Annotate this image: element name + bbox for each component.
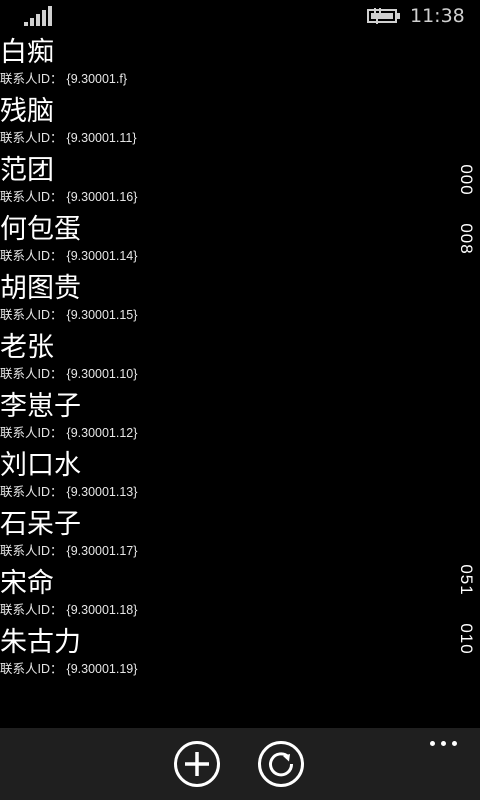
contact-id-line: 联系人ID： {9.30001.16}: [0, 188, 440, 206]
refresh-icon: [258, 741, 304, 787]
contact-id-label: 联系人ID：: [0, 131, 63, 145]
refresh-button[interactable]: [257, 740, 305, 788]
contact-id-value: {9.30001.19}: [66, 662, 138, 676]
contact-name: 胡图贵: [0, 273, 81, 304]
contact-name: 刘口水: [0, 450, 81, 481]
contact-list: 白痴 联系人ID： {9.30001.f} 残脑 联系人ID： {9.30001.1…: [0, 36, 440, 685]
contact-id-line: 联系人ID： {9.30001.14}: [0, 247, 440, 265]
contact-id-label: 联系人ID：: [0, 190, 63, 204]
status-bar: 11:38: [0, 0, 480, 32]
contact-id-line: 联系人ID： {9.30001.13}: [0, 483, 440, 501]
signal-strength-icon: [24, 6, 52, 26]
contact-id-label: 联系人ID：: [0, 426, 63, 440]
add-button[interactable]: [173, 740, 221, 788]
contact-item[interactable]: 范团 联系人ID： {9.30001.16}: [0, 154, 440, 213]
contact-id-line: 联系人ID： {9.30001.17}: [0, 542, 440, 560]
contact-item[interactable]: 朱古力 联系人ID： {9.30001.19}: [0, 626, 440, 685]
contact-id-value: {9.30001.18}: [66, 603, 138, 617]
side-number: 000: [457, 164, 476, 196]
contact-item[interactable]: 白痴 联系人ID： {9.30001.f}: [0, 36, 440, 95]
contact-id-label: 联系人ID：: [0, 367, 63, 381]
contact-id-label: 联系人ID：: [0, 662, 63, 676]
contact-id-line: 联系人ID： {9.30001.18}: [0, 601, 440, 619]
battery-charging-icon: [367, 8, 400, 24]
contact-item[interactable]: 宋命 联系人ID： {9.30001.18}: [0, 567, 440, 626]
contact-id-label: 联系人ID：: [0, 249, 63, 263]
contact-item[interactable]: 石呆子 联系人ID： {9.30001.17}: [0, 508, 440, 567]
contact-name: 老张: [0, 332, 54, 363]
app-bar: [0, 728, 480, 800]
contact-id-value: {9.30001.15}: [66, 308, 138, 322]
contact-id-line: 联系人ID： {9.30001.10}: [0, 365, 440, 383]
add-icon: [174, 741, 220, 787]
contact-id-label: 联系人ID：: [0, 485, 63, 499]
contact-id-value: {9.30001.11}: [66, 131, 137, 145]
contact-item[interactable]: 何包蛋 联系人ID： {9.30001.14}: [0, 213, 440, 272]
contact-id-value: {9.30001.f}: [66, 72, 127, 86]
contact-name: 李崽子: [0, 391, 81, 422]
contact-id-value: {9.30001.12}: [66, 426, 138, 440]
side-number: 010: [457, 623, 476, 655]
contact-id-line: 联系人ID： {9.30001.12}: [0, 424, 440, 442]
contact-id-line: 联系人ID： {9.30001.19}: [0, 660, 440, 678]
contact-id-value: {9.30001.14}: [66, 249, 138, 263]
side-number: 008: [457, 223, 476, 255]
contact-id-line: 联系人ID： {9.30001.f}: [0, 70, 440, 88]
contact-item[interactable]: 老张 联系人ID： {9.30001.10}: [0, 331, 440, 390]
contact-item[interactable]: 刘口水 联系人ID： {9.30001.13}: [0, 449, 440, 508]
contact-id-label: 联系人ID：: [0, 603, 63, 617]
contact-name: 范团: [0, 155, 54, 186]
contact-name: 石呆子: [0, 509, 81, 540]
contact-id-label: 联系人ID：: [0, 72, 63, 86]
contact-id-label: 联系人ID：: [0, 544, 63, 558]
contact-id-value: {9.30001.16}: [66, 190, 138, 204]
contact-name: 朱古力: [0, 627, 81, 658]
contact-id-line: 联系人ID： {9.30001.15}: [0, 306, 440, 324]
contact-item[interactable]: 李崽子 联系人ID： {9.30001.12}: [0, 390, 440, 449]
contact-id-value: {9.30001.13}: [66, 485, 138, 499]
contact-name: 何包蛋: [0, 214, 81, 245]
contact-id-value: {9.30001.10}: [66, 367, 138, 381]
contact-item[interactable]: 胡图贵 联系人ID： {9.30001.15}: [0, 272, 440, 331]
contact-name: 残脑: [0, 96, 54, 127]
contact-id-line: 联系人ID： {9.30001.11}: [0, 129, 440, 147]
contact-name: 宋命: [0, 568, 54, 599]
contact-item[interactable]: 残脑 联系人ID： {9.30001.11}: [0, 95, 440, 154]
contact-id-label: 联系人ID：: [0, 308, 63, 322]
more-options-icon[interactable]: [428, 736, 462, 752]
side-number: 051: [457, 564, 476, 596]
contact-id-value: {9.30001.17}: [66, 544, 138, 558]
status-clock: 11:38: [410, 5, 465, 27]
contact-name: 白痴: [0, 37, 54, 68]
